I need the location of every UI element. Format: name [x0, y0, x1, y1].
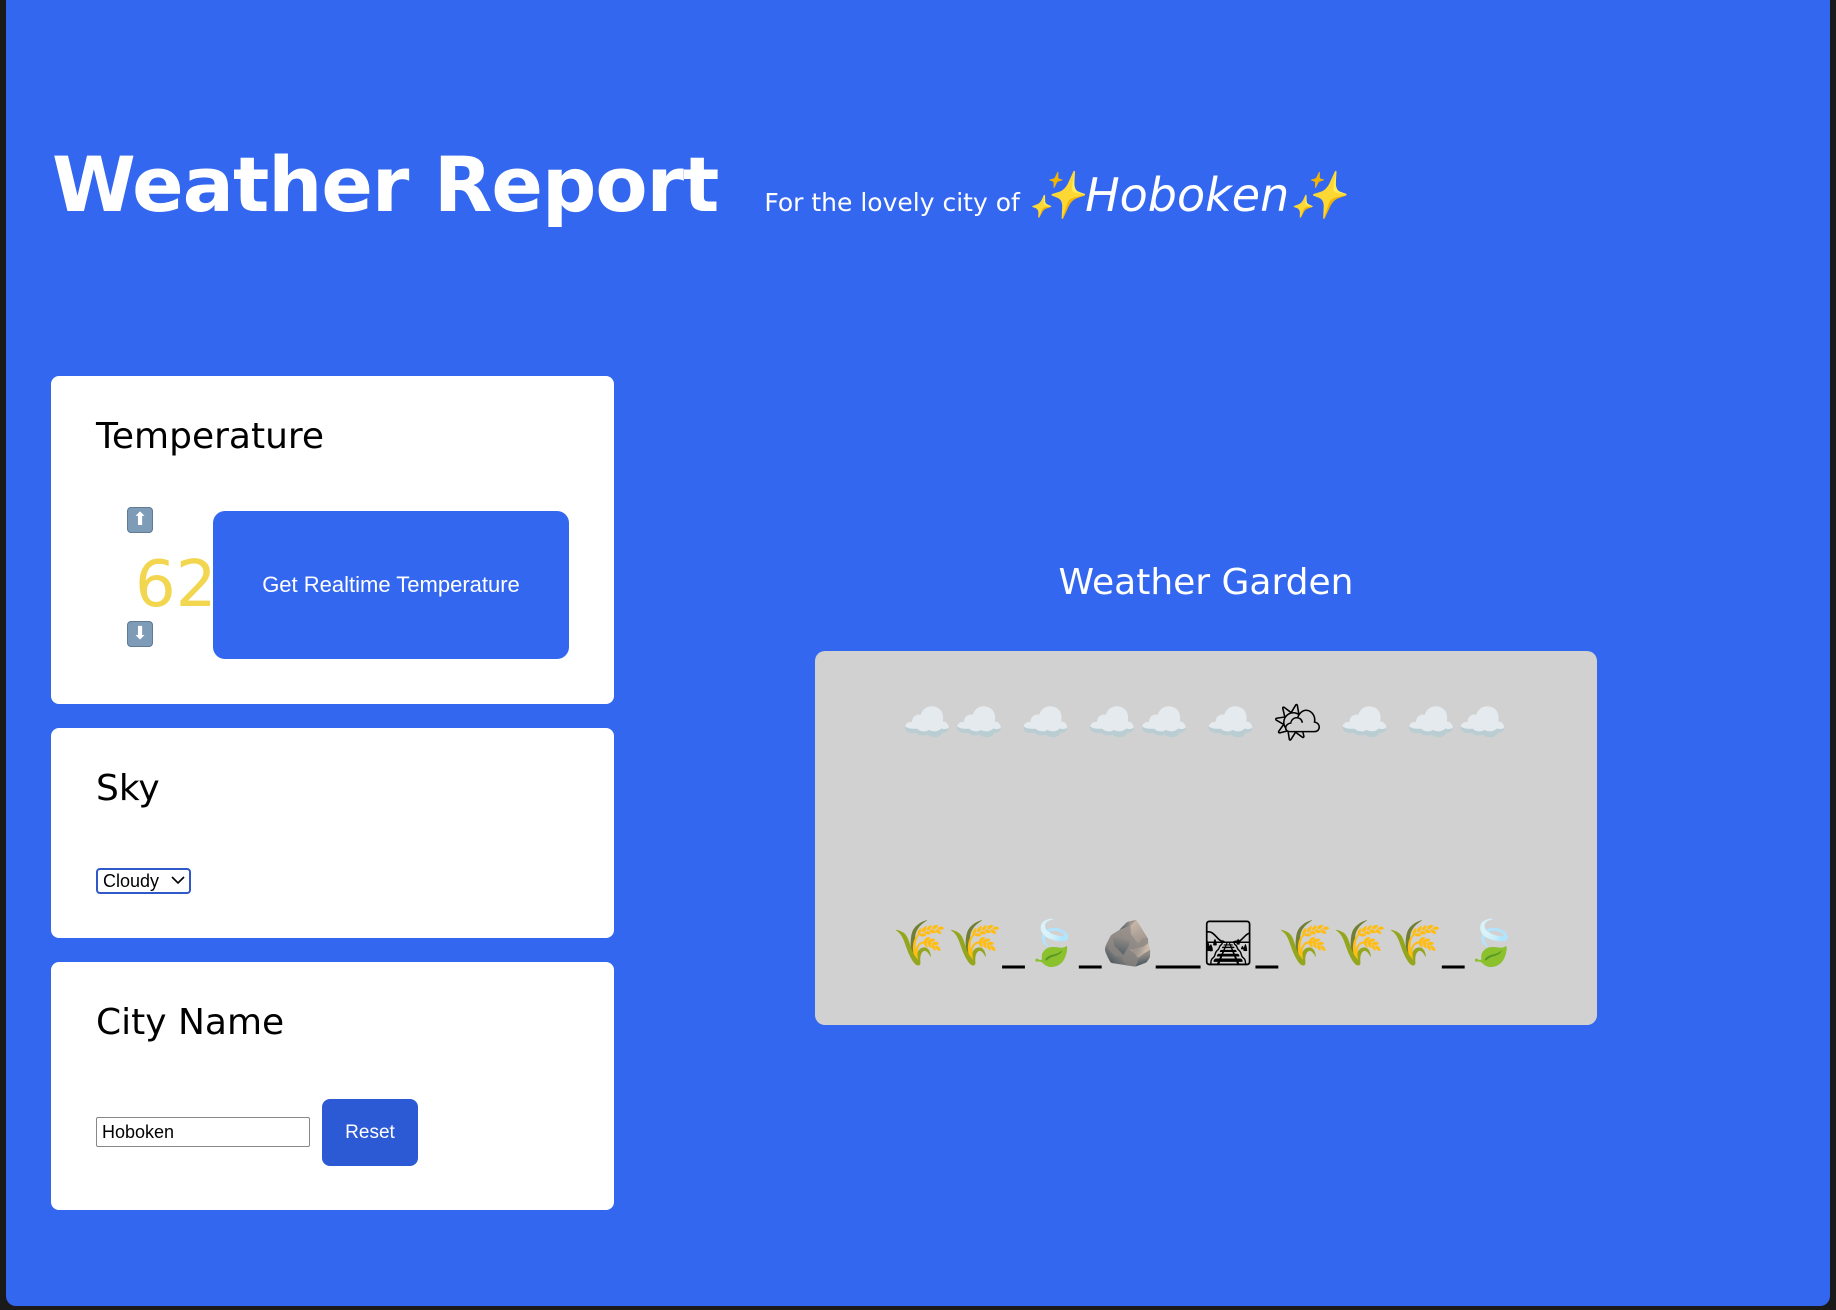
city-name-panel: City Name Reset	[51, 962, 614, 1210]
city-name-heading: City Name	[96, 1002, 285, 1043]
chevron-down-icon	[171, 870, 185, 892]
subtitle: For the lovely city of ✨Hoboken✨	[764, 168, 1346, 223]
temperature-heading: Temperature	[96, 416, 325, 457]
increase-temperature-arrow-icon[interactable]: ⬆	[127, 507, 153, 533]
weather-garden-title: Weather Garden	[1058, 562, 1354, 603]
header: Weather Report For the lovely city of ✨Ho…	[52, 140, 1347, 229]
sky-selected-option: Cloudy	[103, 871, 160, 891]
decrease-temperature-arrow-icon[interactable]: ⬇	[127, 621, 153, 647]
page-title: Weather Report	[52, 140, 719, 229]
temperature-value: 62	[135, 548, 217, 622]
weather-garden: ☁️☁️ ☁️ ☁️☁️ ☁️ 🌤 ☁️ ☁️☁️ 🌾🌾_🍃_🪨__🛤_🌾🌾🌾_…	[815, 651, 1597, 1025]
temperature-panel: Temperature ⬆ 62 ⬇ Get Realtime Temperat…	[51, 376, 614, 704]
header-city-name: ✨Hoboken✨	[1027, 168, 1347, 222]
get-realtime-temperature-button[interactable]: Get Realtime Temperature	[213, 511, 569, 659]
garden-sky-emoji: ☁️☁️ ☁️ ☁️☁️ ☁️ 🌤 ☁️ ☁️☁️	[902, 700, 1510, 746]
city-name-input[interactable]	[96, 1117, 310, 1147]
subtitle-prefix: For the lovely city of	[764, 188, 1020, 217]
page-background: Weather Report For the lovely city of ✨Ho…	[6, 0, 1830, 1306]
garden-landscape-emoji: 🌾🌾_🍃_🪨__🛤_🌾🌾🌾_🍃	[892, 918, 1520, 969]
reset-button[interactable]: Reset	[322, 1099, 418, 1166]
sky-heading: Sky	[96, 768, 160, 809]
sky-select[interactable]: Cloudy	[96, 868, 191, 894]
sky-panel: Sky Cloudy	[51, 728, 614, 938]
